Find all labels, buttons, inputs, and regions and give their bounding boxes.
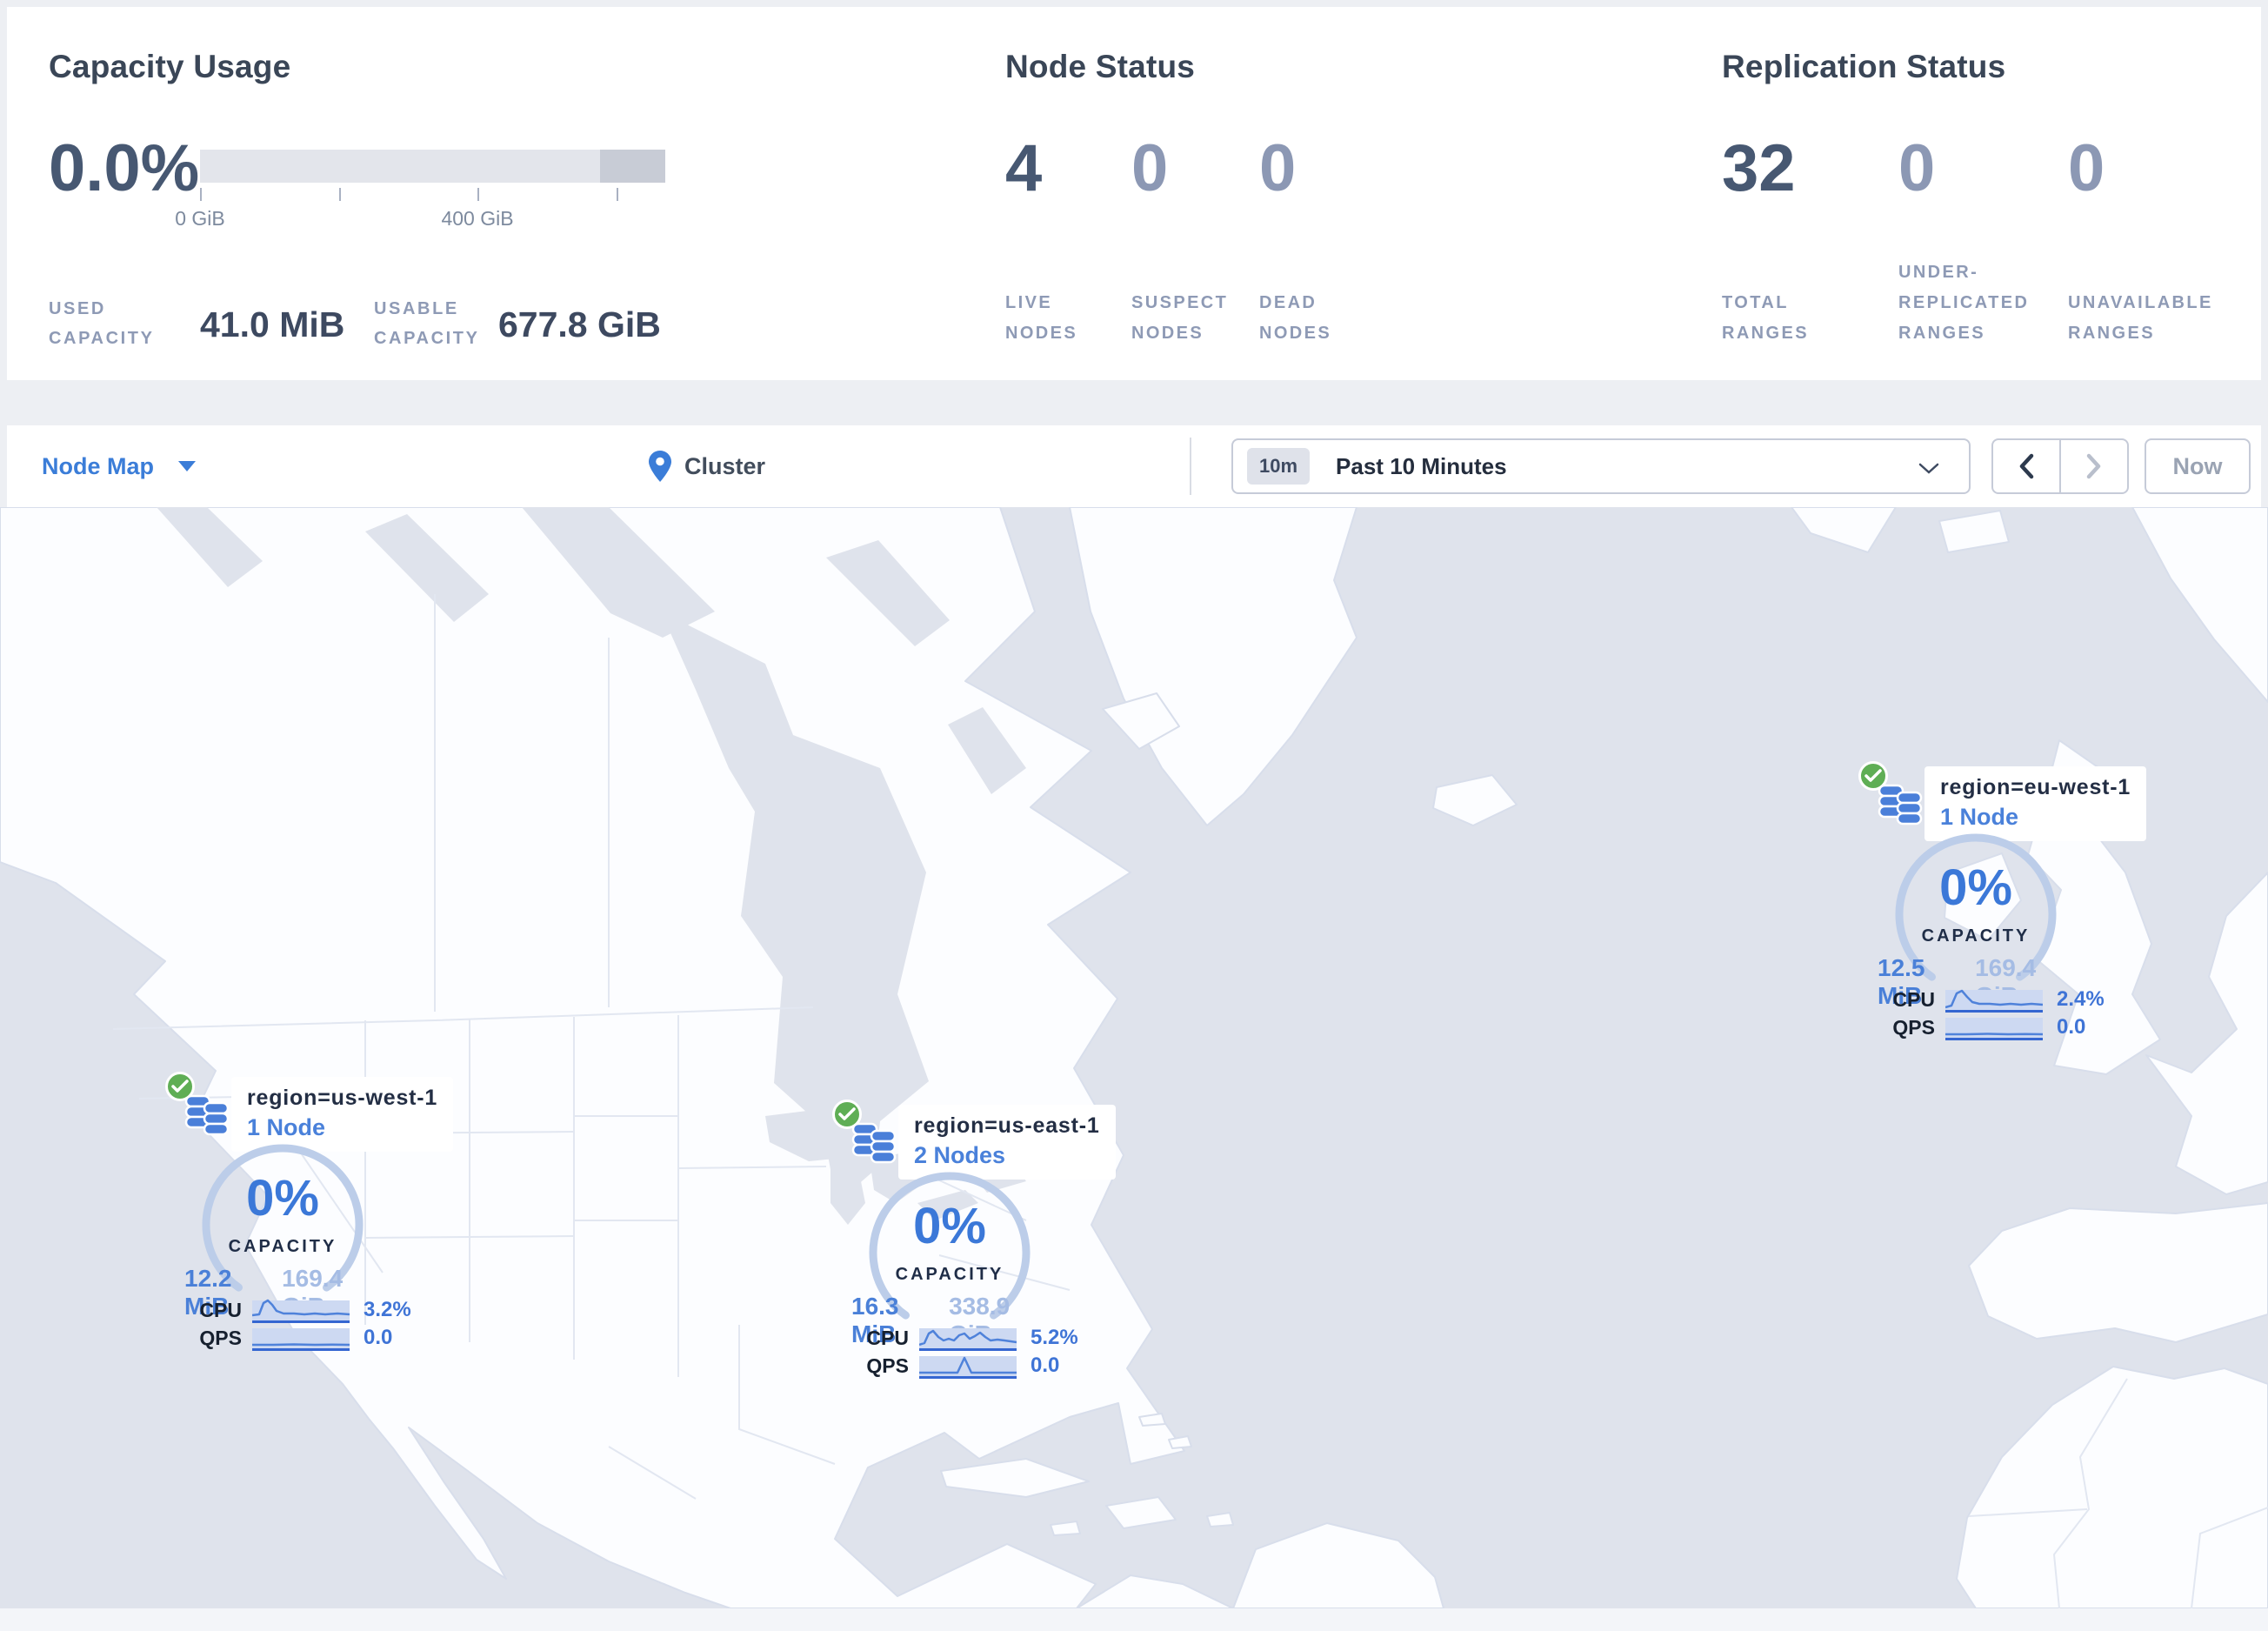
capacity-bar-track: [200, 150, 665, 183]
capacity-bar-tick: [617, 188, 618, 201]
capacity-bar-tick: [200, 188, 202, 201]
now-button[interactable]: Now: [2145, 438, 2251, 494]
qps-row: QPS 0.0: [832, 1350, 1128, 1381]
qps-value: 0.0: [2057, 1015, 2086, 1039]
time-pager: [1991, 438, 2129, 494]
dead-nodes-count: 0: [1259, 131, 1297, 205]
dead-nodes-label: DEAD NODES: [1259, 293, 1332, 343]
database-icon: [1878, 784, 1923, 826]
used-capacity-label: USED CAPACITY: [49, 299, 155, 348]
chevron-down-icon: [178, 461, 197, 471]
view-selector-dropdown[interactable]: Node Map: [42, 425, 197, 507]
cpu-label: CPU: [199, 1299, 242, 1321]
region-marker: region=us-east-1 2 Nodes 0% CAPACITY 16.…: [832, 1100, 1128, 1395]
unavailable-ranges-count: 0: [2068, 131, 2105, 205]
used-capacity-value: 41.0 MiB: [200, 304, 345, 344]
capacity-usage-section: Capacity Usage 0.0% 0 GiB 400 GiB USED C…: [42, 7, 964, 380]
region-name: region=us-west-1: [247, 1086, 438, 1110]
cpu-sparkline: [252, 1299, 350, 1323]
chevron-left-icon: [2019, 453, 2034, 479]
chevron-right-icon: [2086, 453, 2101, 479]
capacity-percent: 0.0%: [49, 131, 200, 205]
qps-row: QPS 0.0: [165, 1322, 461, 1354]
qps-sparkline: [919, 1356, 1017, 1379]
replication-status-section: Replication Status 32 0 0 TOTAL RANGES U…: [1715, 7, 2268, 380]
suspect-nodes-count: 0: [1131, 131, 1169, 205]
time-range-badge: 10m: [1247, 448, 1311, 485]
node-map: region=us-west-1 1 Node 0% CAPACITY 12.2…: [0, 507, 2268, 1608]
qps-sparkline: [1945, 1018, 2043, 1040]
qps-row: QPS 0.0: [1858, 1012, 2154, 1043]
page-footer-strip: [0, 1608, 2268, 1631]
gauge-percent: 0%: [1939, 859, 2012, 916]
gauge-capacity-label: CAPACITY: [895, 1265, 1004, 1284]
gauge-percent: 0%: [913, 1198, 986, 1254]
map-pin-icon: [649, 451, 671, 482]
total-ranges-label: TOTAL RANGES: [1722, 293, 1809, 343]
cluster-overview-page: Capacity Usage 0.0% 0 GiB 400 GiB USED C…: [0, 0, 2268, 1631]
cpu-value: 2.4%: [2057, 987, 2105, 1011]
summary-panel: Capacity Usage 0.0% 0 GiB 400 GiB USED C…: [7, 7, 2261, 380]
qps-sparkline: [252, 1328, 350, 1351]
node-status-section: Node Status 4 0 0 LIVE NODES SUSPECT NOD…: [998, 7, 1694, 380]
view-selector-label: Node Map: [42, 452, 155, 479]
qps-value: 0.0: [1031, 1354, 1060, 1377]
cpu-value: 5.2%: [1031, 1326, 1078, 1349]
unavailable-ranges-label: UNAVAILABLE RANGES: [2068, 293, 2213, 343]
qps-label: QPS: [199, 1327, 242, 1349]
capacity-tick-label-400: 400 GiB: [441, 207, 514, 230]
cpu-row: CPU 3.2%: [165, 1294, 461, 1326]
node-status-title: Node Status: [1005, 49, 1196, 84]
gauge-percent: 0%: [246, 1170, 319, 1227]
database-icon: [184, 1094, 230, 1136]
database-icon: [851, 1122, 897, 1164]
cpu-sparkline: [919, 1328, 1017, 1351]
capacity-stats: USED CAPACITY 41.0 MiB USABLE CAPACITY 6…: [49, 294, 918, 355]
world-map: [0, 507, 2268, 1608]
capacity-usage-title: Capacity Usage: [49, 49, 291, 84]
live-nodes-count: 4: [1005, 131, 1043, 205]
usable-capacity-value: 677.8 GiB: [498, 304, 661, 344]
total-ranges-count: 32: [1722, 131, 1796, 205]
region-name: region=us-east-1: [914, 1113, 1100, 1138]
time-range-label: Past 10 Minutes: [1336, 452, 1507, 479]
breadcrumb[interactable]: Cluster: [648, 425, 765, 507]
cpu-label: CPU: [866, 1327, 909, 1349]
time-next-button[interactable]: [2061, 440, 2127, 492]
replication-status-title: Replication Status: [1722, 49, 2006, 84]
capacity-bar-tick: [339, 188, 341, 201]
gauge-capacity-label: CAPACITY: [228, 1237, 337, 1256]
region-marker: region=us-west-1 1 Node 0% CAPACITY 12.2…: [165, 1072, 461, 1367]
suspect-nodes-label: SUSPECT NODES: [1131, 293, 1229, 343]
cpu-sparkline: [1945, 989, 2043, 1013]
cpu-label: CPU: [1892, 988, 1935, 1011]
cpu-row: CPU 5.2%: [832, 1322, 1128, 1354]
qps-label: QPS: [866, 1354, 909, 1377]
toolbar-divider: [1190, 438, 1191, 495]
gauge-capacity-label: CAPACITY: [1921, 926, 2031, 946]
region-name: region=eu-west-1: [1940, 775, 2131, 799]
capacity-tick-label-zero: 0 GiB: [175, 207, 225, 230]
capacity-bar-tick: [477, 188, 479, 201]
under-replicated-ranges-count: 0: [1898, 131, 1936, 205]
live-nodes-label: LIVE NODES: [1005, 293, 1078, 343]
cpu-value: 3.2%: [364, 1298, 411, 1321]
under-replicated-ranges-label: UNDER-REPLICATED RANGES: [1898, 263, 2030, 343]
capacity-bar: 0 GiB 400 GiB: [175, 150, 665, 230]
region-marker: region=eu-west-1 1 Node 0% CAPACITY 12.5…: [1858, 761, 2154, 1057]
qps-value: 0.0: [364, 1326, 393, 1349]
qps-label: QPS: [1892, 1016, 1935, 1039]
breadcrumb-label: Cluster: [684, 452, 766, 479]
time-range-dropdown[interactable]: 10m Past 10 Minutes: [1231, 438, 1971, 494]
time-prev-button[interactable]: [1993, 440, 2061, 492]
map-toolbar: Node Map Cluster 10m Past 10 Minutes Now: [7, 425, 2261, 507]
capacity-bar-reserved-segment: [600, 150, 665, 183]
cpu-row: CPU 2.4%: [1858, 984, 2154, 1015]
chevron-down-icon: [1918, 463, 1939, 474]
